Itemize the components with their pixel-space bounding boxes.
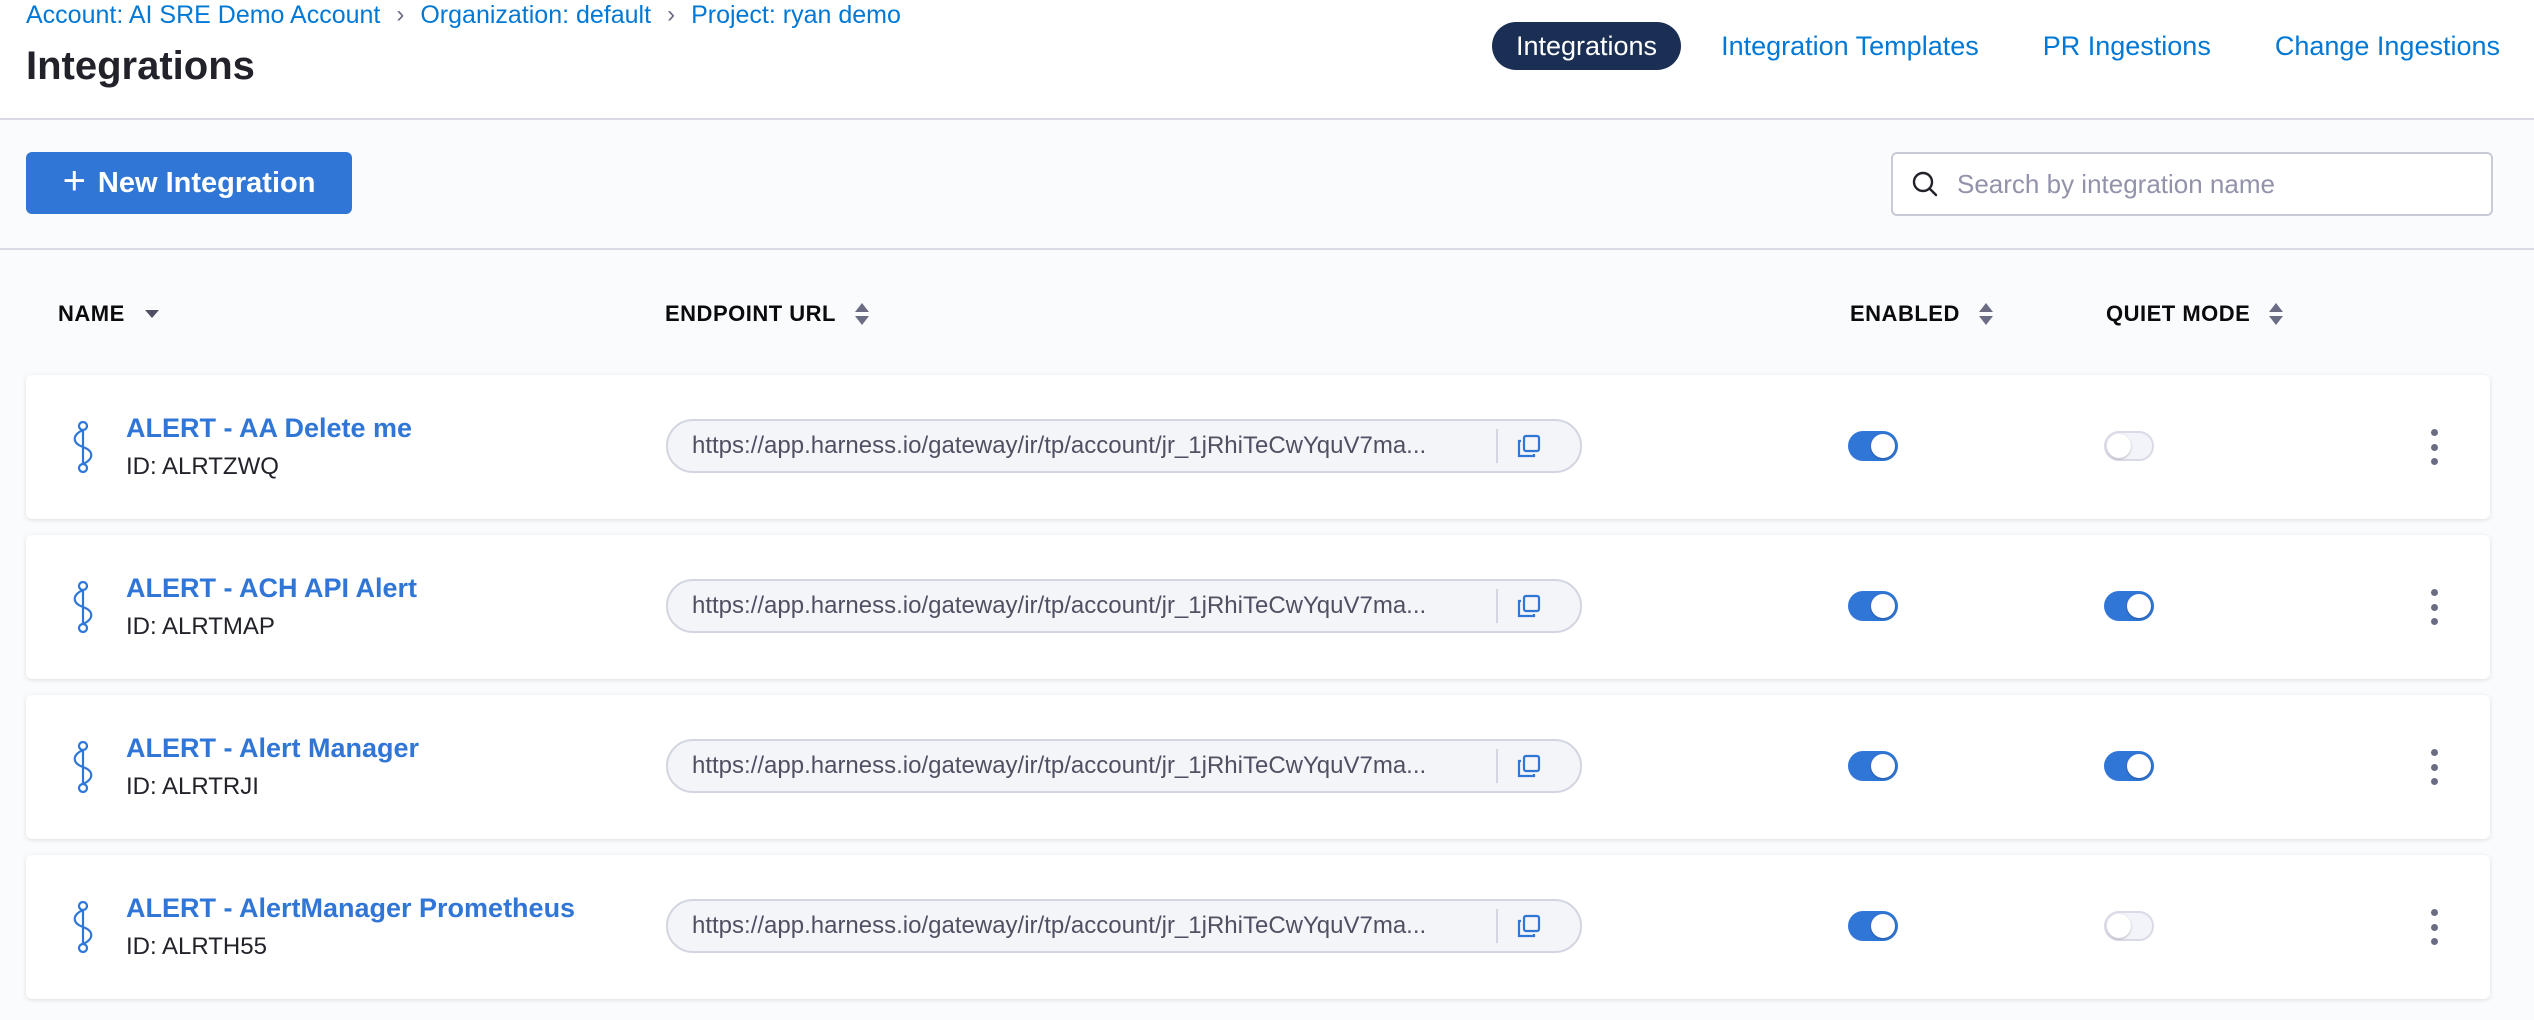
enabled-toggle[interactable] <box>1848 431 1898 461</box>
column-header-endpoint-url[interactable]: ENDPOINT URL <box>665 294 870 334</box>
plus-icon: + <box>62 159 86 203</box>
toggle-knob <box>2127 594 2151 618</box>
integration-icon <box>68 580 98 638</box>
column-header-label: QUIET MODE <box>2106 301 2251 326</box>
caret-down-icon <box>143 308 161 320</box>
breadcrumb-organization[interactable]: Organization: default <box>420 1 651 30</box>
integration-id: ID: ALRTRJI <box>126 773 259 800</box>
integration-icon <box>68 740 98 798</box>
divider <box>1496 749 1498 783</box>
integration-icon <box>68 900 98 958</box>
page-title: Integrations <box>26 44 255 88</box>
toolbar: + New Integration <box>0 120 2534 250</box>
toggle-knob <box>1871 434 1895 458</box>
integration-name-link[interactable]: ALERT - Alert Manager <box>126 733 419 764</box>
breadcrumb-account[interactable]: Account: AI SRE Demo Account <box>26 1 380 30</box>
search-icon <box>1912 171 1938 197</box>
column-header-label: ENABLED <box>1850 301 1960 326</box>
integration-name-link[interactable]: ALERT - ACH API Alert <box>126 573 417 604</box>
toggle-knob <box>2107 914 2131 938</box>
integration-name-link[interactable]: ALERT - AA Delete me <box>126 413 412 444</box>
quiet-mode-toggle[interactable] <box>2104 431 2154 461</box>
breadcrumb-project[interactable]: Project: ryan demo <box>691 1 901 30</box>
search-input[interactable] <box>1955 167 2491 201</box>
sort-icon <box>1978 301 1994 327</box>
more-vertical-icon[interactable] <box>2422 747 2446 787</box>
integrations-table: NAME ENDPOINT URL ENABLED QUIET MODE ALE… <box>0 250 2534 1020</box>
enabled-toggle[interactable] <box>1848 911 1898 941</box>
column-header-label: ENDPOINT URL <box>665 301 836 326</box>
tab-integrations[interactable]: Integrations <box>1491 22 1682 70</box>
chevron-right-icon: › <box>667 1 676 28</box>
copy-icon[interactable] <box>1516 753 1542 779</box>
more-vertical-icon[interactable] <box>2422 587 2446 627</box>
divider <box>1496 909 1498 943</box>
enabled-toggle[interactable] <box>1848 591 1898 621</box>
integration-id: ID: ALRTH55 <box>126 933 267 960</box>
integration-name-link[interactable]: ALERT - AlertManager Prometheus <box>126 893 575 924</box>
table-row[interactable]: ALERT - Alert Manager ID: ALRTRJI https:… <box>26 695 2490 839</box>
tab-pr-ingestions[interactable]: PR Ingestions <box>2011 22 2243 70</box>
toggle-knob <box>1871 914 1895 938</box>
column-header-quiet-mode[interactable]: QUIET MODE <box>2106 294 2284 334</box>
quiet-mode-toggle[interactable] <box>2104 911 2154 941</box>
toggle-knob <box>1871 594 1895 618</box>
more-vertical-icon[interactable] <box>2422 907 2446 947</box>
copy-icon[interactable] <box>1516 433 1542 459</box>
quiet-mode-toggle[interactable] <box>2104 751 2154 781</box>
divider <box>1496 429 1498 463</box>
endpoint-url-field: https://app.harness.io/gateway/ir/tp/acc… <box>666 739 1582 793</box>
endpoint-url-field: https://app.harness.io/gateway/ir/tp/acc… <box>666 579 1582 633</box>
chevron-right-icon: › <box>396 1 405 28</box>
divider <box>1496 589 1498 623</box>
integration-id: ID: ALRTZWQ <box>126 453 279 480</box>
tab-change-ingestions[interactable]: Change Ingestions <box>2243 22 2532 70</box>
endpoint-url-text: https://app.harness.io/gateway/ir/tp/acc… <box>692 912 1427 939</box>
column-header-enabled[interactable]: ENABLED <box>1850 294 1994 334</box>
nav-tabs: Integrations Integration Templates PR In… <box>1491 22 2534 70</box>
breadcrumb: Account: AI SRE Demo Account › Organizat… <box>26 0 901 30</box>
endpoint-url-field: https://app.harness.io/gateway/ir/tp/acc… <box>666 899 1582 953</box>
toggle-knob <box>2127 754 2151 778</box>
table-row[interactable]: ALERT - AA Delete me ID: ALRTZWQ https:/… <box>26 375 2490 519</box>
table-row[interactable]: ALERT - AlertManager Prometheus ID: ALRT… <box>26 855 2490 999</box>
integration-id: ID: ALRTMAP <box>126 613 275 640</box>
new-integration-button[interactable]: + New Integration <box>26 152 352 214</box>
search-box[interactable] <box>1891 152 2493 216</box>
table-row[interactable]: ALERT - ACH API Alert ID: ALRTMAP https:… <box>26 535 2490 679</box>
endpoint-url-text: https://app.harness.io/gateway/ir/tp/acc… <box>692 592 1427 619</box>
copy-icon[interactable] <box>1516 913 1542 939</box>
page-header: Account: AI SRE Demo Account › Organizat… <box>0 0 2534 120</box>
enabled-toggle[interactable] <box>1848 751 1898 781</box>
column-header-name[interactable]: NAME <box>58 294 161 334</box>
copy-icon[interactable] <box>1516 593 1542 619</box>
sort-icon <box>854 301 870 327</box>
sort-icon <box>2268 301 2284 327</box>
column-header-label: NAME <box>58 301 125 326</box>
new-integration-label: New Integration <box>97 166 316 199</box>
toggle-knob <box>1871 754 1895 778</box>
quiet-mode-toggle[interactable] <box>2104 591 2154 621</box>
tab-integration-templates[interactable]: Integration Templates <box>1689 22 2011 70</box>
table-header: NAME ENDPOINT URL ENABLED QUIET MODE <box>0 250 2534 374</box>
more-vertical-icon[interactable] <box>2422 427 2446 467</box>
integration-icon <box>68 420 98 478</box>
endpoint-url-text: https://app.harness.io/gateway/ir/tp/acc… <box>692 432 1427 459</box>
endpoint-url-text: https://app.harness.io/gateway/ir/tp/acc… <box>692 752 1427 779</box>
endpoint-url-field: https://app.harness.io/gateway/ir/tp/acc… <box>666 419 1582 473</box>
toggle-knob <box>2107 434 2131 458</box>
